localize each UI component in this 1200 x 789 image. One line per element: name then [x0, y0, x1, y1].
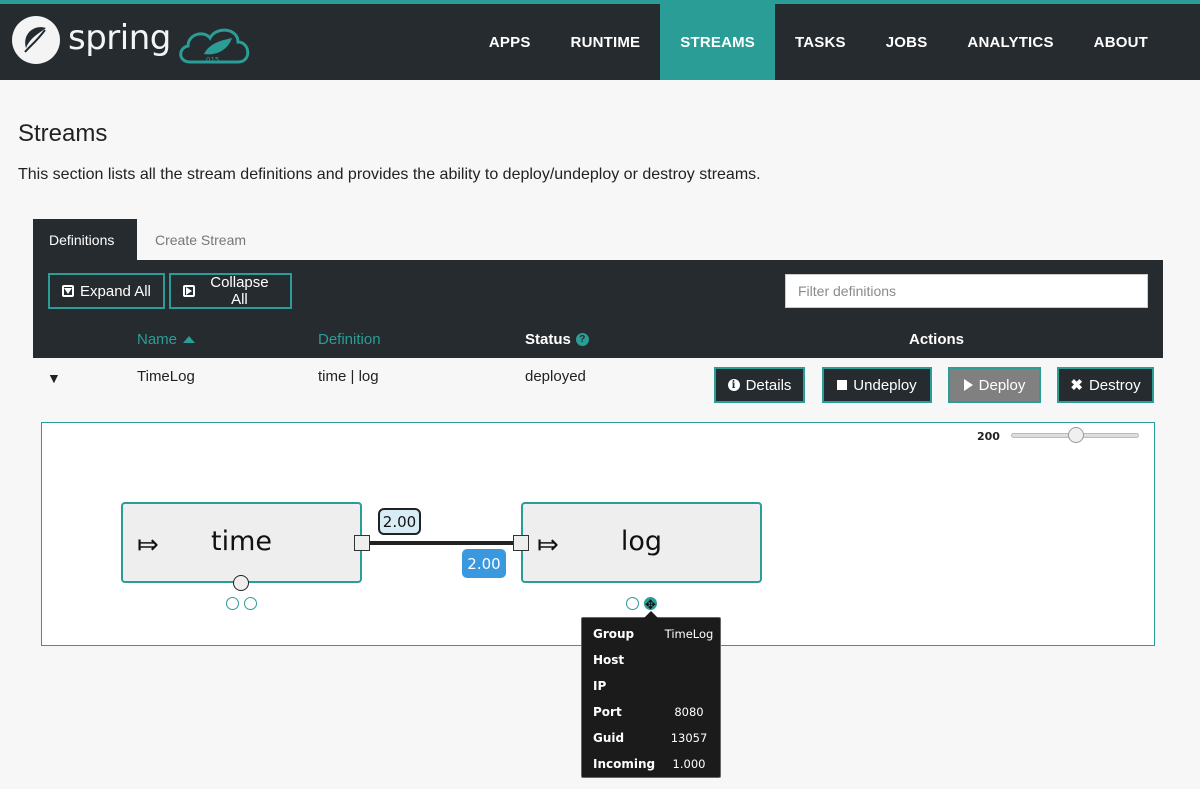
table-header: Name Definition Status ? Actions: [33, 321, 1163, 358]
tooltip-row: Group TimeLog: [582, 620, 720, 646]
filter-definitions-input[interactable]: [785, 274, 1148, 308]
expand-all-label: Expand All: [80, 282, 151, 300]
column-header-status: Status ?: [525, 331, 589, 348]
close-icon: ✖: [1070, 377, 1083, 394]
tab-create-stream[interactable]: Create Stream: [139, 219, 262, 260]
expand-all-button[interactable]: Expand All: [48, 273, 165, 309]
nav-analytics[interactable]: ANALYTICS: [947, 4, 1073, 80]
output-port[interactable]: [354, 535, 370, 551]
stop-icon: [837, 380, 848, 390]
tooltip-row: IP: [582, 672, 720, 698]
stream-definition: time | log: [318, 368, 379, 385]
tooltip-key: Host: [593, 653, 625, 667]
tab-definitions[interactable]: Definitions: [33, 219, 137, 260]
nav-tasks[interactable]: TASKS: [775, 4, 866, 80]
tooltip-key: Group: [593, 627, 635, 641]
undeploy-label: Undeploy: [853, 376, 917, 394]
input-port[interactable]: [513, 535, 529, 551]
details-button[interactable]: i Details: [714, 367, 805, 403]
nav-jobs[interactable]: JOBS: [866, 4, 948, 80]
collapse-all-button[interactable]: Collapse All: [169, 273, 292, 309]
tooltip-row: Host: [582, 646, 720, 672]
details-label: Details: [745, 376, 792, 394]
destroy-button[interactable]: ✖ Destroy: [1057, 367, 1154, 403]
outgoing-rate-badge: 2.00: [378, 508, 421, 535]
page-title: Streams: [18, 120, 108, 147]
tooltip-key: Port: [593, 705, 622, 719]
destroy-label: Destroy: [1088, 376, 1141, 394]
tooltip-value: 13057: [670, 731, 708, 745]
tooltip-key: Incoming: [593, 757, 656, 771]
tooltip-key: Guid: [593, 731, 625, 745]
instance-dot[interactable]: [626, 597, 639, 610]
collapse-icon: [183, 285, 195, 297]
main-nav: APPS RUNTIME STREAMS TASKS JOBS ANALYTIC…: [469, 4, 1168, 80]
help-icon[interactable]: ?: [575, 333, 589, 346]
undeploy-button[interactable]: Undeploy: [822, 367, 932, 403]
instance-tooltip: Group TimeLog Host IP Port 8080 Guid 130…: [581, 611, 721, 778]
node-label: log: [620, 526, 663, 557]
tooltip-row: Port 8080: [582, 698, 720, 724]
nav-runtime[interactable]: RUNTIME: [551, 4, 661, 80]
incoming-rate-badge: 2.00: [462, 549, 506, 578]
spring-logo[interactable]: spring 015: [12, 16, 252, 68]
nav-streams[interactable]: STREAMS: [660, 4, 776, 80]
deploy-button[interactable]: Deploy: [948, 367, 1041, 403]
zoom-value: 200: [977, 430, 1000, 443]
stream-status: deployed: [525, 368, 586, 385]
tooltip-key: IP: [593, 679, 607, 693]
column-header-definition[interactable]: Definition: [318, 331, 381, 348]
tooltip-value: 1.000: [672, 757, 706, 771]
cloud-leaf-icon: 015: [179, 28, 250, 64]
stream-name: TimeLog: [137, 368, 195, 385]
info-icon: i: [727, 379, 740, 391]
column-header-actions: Actions: [909, 331, 965, 348]
tooltip-value: TimeLog: [664, 627, 714, 641]
tooltip-value: 8080: [674, 705, 704, 719]
flow-node-time[interactable]: ⤇ time: [121, 502, 362, 583]
top-navbar: spring 015 APPS RUNTIME STREAMS TASKS JO…: [0, 0, 1200, 80]
instance-dot[interactable]: [226, 597, 239, 610]
expand-icon: [62, 285, 74, 297]
collapse-all-label: Collapse All: [210, 274, 269, 308]
node-handle[interactable]: [233, 575, 249, 591]
spring-leaf-icon: [12, 16, 60, 64]
collapse-row-icon[interactable]: ▼: [47, 370, 61, 386]
instance-dot[interactable]: [244, 597, 257, 610]
tooltip-row: Guid 13057: [582, 724, 720, 750]
table-row: ▼ TimeLog time | log deployed i Details …: [33, 358, 1163, 410]
node-label: time: [210, 526, 272, 557]
definitions-toolbar: Expand All Collapse All: [33, 260, 1163, 321]
column-status-label: Status: [525, 331, 571, 348]
column-header-name[interactable]: Name: [137, 331, 196, 348]
tooltip-row: Incoming 1.000: [582, 750, 720, 776]
deploy-label: Deploy: [978, 376, 1026, 394]
nav-apps[interactable]: APPS: [469, 4, 551, 80]
sort-ascending-icon: [183, 336, 196, 343]
column-name-label: Name: [137, 331, 178, 348]
page-description: This section lists all the stream defini…: [18, 166, 761, 183]
flow-node-log[interactable]: ⤇ log: [521, 502, 762, 583]
nav-about[interactable]: ABOUT: [1074, 4, 1168, 80]
play-icon: [963, 379, 973, 391]
zoom-slider-thumb[interactable]: [1067, 427, 1084, 443]
svg-text:015: 015: [206, 56, 219, 64]
brand-name: spring: [68, 18, 171, 58]
flow-link[interactable]: [370, 541, 513, 545]
